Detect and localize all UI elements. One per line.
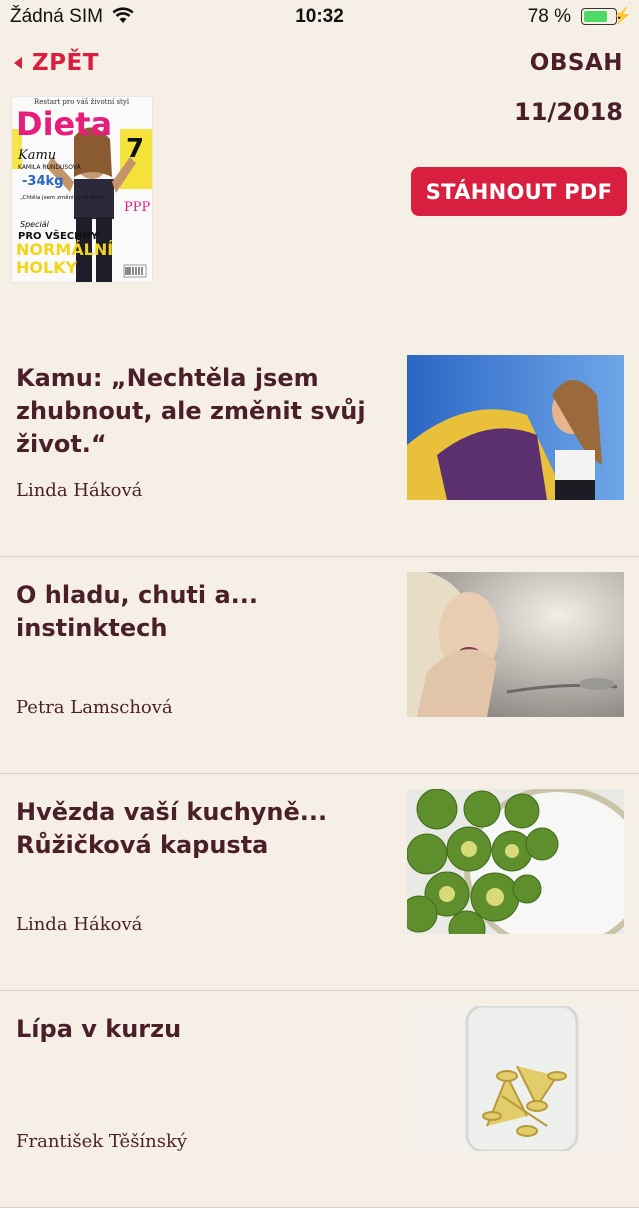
cover-name: Kamu xyxy=(17,148,56,163)
magazine-cover[interactable]: Restart pro váš životní styl Dieta Kamu … xyxy=(12,97,152,282)
article-author: Petra Lamschová xyxy=(16,697,173,718)
cover-quote: „Chtěla jsem změnit svůj život.“ xyxy=(20,194,108,201)
article-title: O hladu, chuti a... instinktech xyxy=(16,581,259,642)
article-item[interactable]: Hvězda vaší kuchyně... Růžičková kapusta… xyxy=(0,774,639,991)
back-label: ZPĚT xyxy=(32,50,99,76)
back-arrow-icon xyxy=(14,57,22,69)
cover-headline-3: HOLKY xyxy=(16,258,78,277)
article-thumbnail xyxy=(407,572,624,717)
cover-number: 7 xyxy=(126,134,144,164)
cover-logo: Dieta xyxy=(16,105,112,143)
article-list: Kamu: „Nechtěla jsem zhubnout, ale změni… xyxy=(0,340,639,1208)
issue-date: 11/2018 xyxy=(514,98,623,126)
article-thumbnail xyxy=(407,355,624,500)
cover-illustration: Restart pro váš životní styl Dieta Kamu … xyxy=(12,97,152,282)
status-bar: Žádná SIM 10:32 78 % ⚡ xyxy=(0,0,639,36)
article-author: Linda Háková xyxy=(16,480,143,501)
battery-percent: 78 % xyxy=(527,6,571,27)
cover-headline-2: NORMÁLNÍ xyxy=(16,240,113,259)
article-thumbnail xyxy=(407,789,624,934)
article-author: Linda Háková xyxy=(16,914,143,935)
cover-ppp: PPP xyxy=(124,200,150,215)
charging-icon: ⚡ xyxy=(612,8,632,25)
download-pdf-button[interactable]: STÁHNOUT PDF xyxy=(411,167,627,216)
contents-button[interactable]: OBSAH xyxy=(530,50,623,76)
back-button[interactable]: ZPĚT xyxy=(14,50,99,76)
article-item[interactable]: Kamu: „Nechtěla jsem zhubnout, ale změni… xyxy=(0,340,639,557)
article-title: Hvězda vaší kuchyně... Růžičková kapusta xyxy=(16,798,328,859)
article-title: Lípa v kurzu xyxy=(16,1015,182,1043)
cover-kg: -34kg xyxy=(22,174,63,189)
article-author: František Těšínský xyxy=(16,1131,188,1152)
article-item[interactable]: Lípa v kurzu František Těšínský xyxy=(0,991,639,1208)
cover-subname: KAMILA RUNDUSOVÁ xyxy=(18,164,82,171)
article-thumbnail xyxy=(407,1006,624,1151)
article-item[interactable]: O hladu, chuti a... instinktech Petra La… xyxy=(0,557,639,774)
cover-special: Speciál xyxy=(20,220,50,229)
article-title: Kamu: „Nechtěla jsem zhubnout, ale změni… xyxy=(16,364,366,458)
